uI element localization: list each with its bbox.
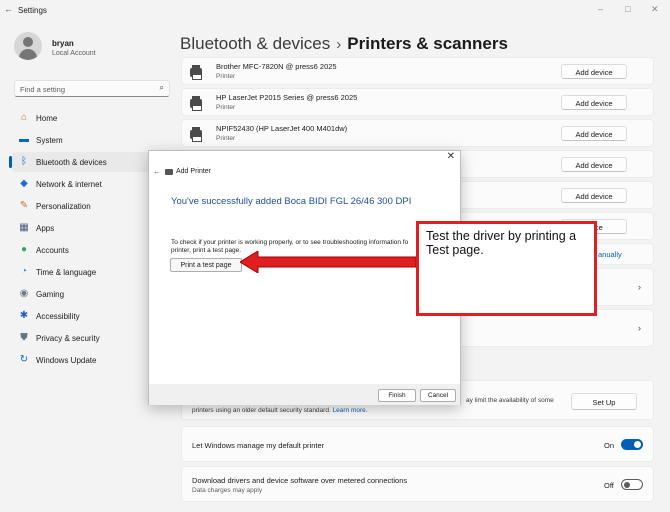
- sidebar-item-label: Accessibility: [36, 312, 80, 321]
- annotation-arrow: [240, 251, 416, 273]
- printer-type: Printer: [216, 73, 236, 80]
- add-device-button[interactable]: Add device: [561, 95, 627, 110]
- toggle-state-text: Off: [604, 481, 614, 490]
- finish-button[interactable]: Finish: [378, 389, 416, 402]
- back-arrow-icon[interactable]: ←: [4, 4, 13, 14]
- security-text-line2: printers using an older default security…: [192, 407, 368, 414]
- active-nav-indicator: [9, 156, 12, 168]
- chevron-right-icon: ›: [638, 282, 641, 292]
- print-test-page-button[interactable]: Print a test page: [170, 258, 242, 272]
- bluetooth-icon: ᛒ: [21, 156, 27, 167]
- setting-label: Let Windows manage my default printer: [192, 441, 325, 450]
- breadcrumb-parent[interactable]: Bluetooth & devices: [180, 34, 330, 53]
- printer-type: Printer: [216, 104, 236, 111]
- sidebar-item-windows-update[interactable]: ↻ Windows Update: [12, 350, 170, 370]
- dialog-title: Add Printer: [176, 168, 212, 175]
- printer-icon: [190, 127, 202, 142]
- system-icon: ▬: [19, 134, 29, 145]
- dialog-close-icon[interactable]: ✕: [447, 151, 455, 162]
- add-device-button[interactable]: Add device: [561, 188, 627, 203]
- avatar[interactable]: [14, 32, 42, 60]
- sidebar-item-label: Windows Update: [36, 356, 97, 365]
- sidebar-item-privacy-security[interactable]: ⛊ Privacy & security: [12, 328, 170, 348]
- sidebar-item-label: Accounts: [36, 246, 69, 255]
- sidebar-item-personalization[interactable]: ✎ Personalization: [12, 196, 170, 216]
- sidebar-item-system[interactable]: ▬ System: [12, 130, 170, 150]
- setting-sublabel: Data charges may apply: [192, 487, 263, 494]
- breadcrumb-separator: ›: [336, 36, 342, 53]
- gaming-icon: ◉: [19, 288, 29, 299]
- toggle-state-text: On: [604, 441, 615, 450]
- accessibility-icon: ✱: [19, 310, 29, 321]
- annotation-callout: Test the driver by printing a Test page.: [416, 221, 597, 316]
- sidebar-item-network-internet[interactable]: ◆ Network & internet: [12, 174, 170, 194]
- printer-row[interactable]: NPIF52430 (HP LaserJet 400 M401dw) Print…: [181, 119, 654, 147]
- search-placeholder: Find a setting: [20, 85, 66, 94]
- sidebar-item-label: Network & internet: [36, 180, 102, 189]
- sidebar-item-label: Home: [36, 114, 58, 123]
- annotation-text: Test the driver by printing a Test page.: [426, 229, 577, 257]
- sidebar-item-gaming[interactable]: ◉ Gaming: [12, 284, 170, 304]
- sidebar-item-label: Bluetooth & devices: [36, 158, 107, 167]
- add-printer-dialog: ✕ ← Add Printer You've successfully adde…: [148, 150, 461, 405]
- sidebar-item-label: Gaming: [36, 290, 65, 299]
- cancel-button[interactable]: Cancel: [420, 389, 456, 402]
- add-manually-link[interactable]: anually: [598, 250, 622, 259]
- sidebar-item-label: System: [36, 136, 63, 145]
- apps-icon: ▦: [19, 222, 29, 233]
- printer-row[interactable]: HP LaserJet P2015 Series @ press6 2025 P…: [181, 88, 654, 116]
- sidebar-item-time-language[interactable]: ◔ Time & language: [12, 262, 170, 282]
- breadcrumb: Bluetooth & devices › Printers & scanners: [180, 34, 508, 54]
- window-title: Settings: [18, 6, 47, 15]
- maximize-icon[interactable]: □: [625, 4, 630, 14]
- sidebar-item-label: Apps: [36, 224, 55, 233]
- sidebar-item-apps[interactable]: ▦ Apps: [12, 218, 170, 238]
- printer-icon: [190, 96, 202, 111]
- learn-more-link[interactable]: Learn more.: [333, 407, 368, 414]
- printer-name: Brother MFC-7820N @ press6 2025: [216, 62, 337, 71]
- user-name: bryan: [52, 39, 74, 48]
- search-icon: ⌕: [159, 83, 164, 92]
- dialog-body-line1: To check if your printer is working prop…: [171, 239, 409, 246]
- privacy-shield-icon: ⛊: [20, 332, 28, 343]
- add-device-button[interactable]: Add device: [561, 64, 627, 79]
- printer-icon: [190, 65, 202, 80]
- dialog-heading: You've successfully added Boca BIDI FGL …: [171, 196, 412, 207]
- windows-update-icon: ↻: [19, 354, 29, 365]
- sidebar-item-home[interactable]: ⌂ Home: [12, 108, 170, 128]
- close-icon[interactable]: ✕: [651, 4, 659, 15]
- printer-name: NPIF52430 (HP LaserJet 400 M401dw): [216, 124, 348, 133]
- search-input[interactable]: Find a setting ⌕: [14, 80, 170, 97]
- printer-type: Printer: [216, 135, 236, 142]
- add-device-button[interactable]: Add device: [561, 157, 627, 172]
- chevron-right-icon: ›: [638, 323, 641, 333]
- printer-row[interactable]: Brother MFC-7820N @ press6 2025 Printer …: [181, 57, 654, 85]
- account-type: Local Account: [52, 50, 96, 57]
- printer-name: HP LaserJet P2015 Series @ press6 2025: [216, 93, 358, 102]
- printer-icon: [165, 169, 173, 175]
- security-text-fragment: ay limit the availability of some: [466, 397, 554, 404]
- default-printer-toggle[interactable]: [621, 439, 643, 450]
- setting-label: Download drivers and device software ove…: [192, 476, 408, 485]
- network-icon: ◆: [20, 178, 28, 189]
- minimize-icon[interactable]: –: [598, 4, 603, 14]
- dialog-footer: Finish Cancel: [149, 384, 460, 405]
- sidebar-item-label: Time & language: [36, 268, 97, 277]
- add-device-button[interactable]: Add device: [561, 126, 627, 141]
- page-title: Printers & scanners: [347, 34, 508, 53]
- accounts-icon: ●: [20, 244, 28, 255]
- metered-download-toggle[interactable]: [621, 479, 643, 490]
- sidebar-item-label: Personalization: [36, 202, 91, 211]
- home-icon: ⌂: [20, 112, 28, 123]
- sidebar-item-bluetooth-devices[interactable]: ᛒ Bluetooth & devices: [12, 152, 170, 172]
- default-printer-setting: Let Windows manage my default printer On: [181, 426, 654, 462]
- sidebar-item-label: Privacy & security: [36, 334, 100, 343]
- dialog-back-icon[interactable]: ←: [153, 167, 161, 176]
- time-language-icon: ◔: [20, 266, 28, 277]
- metered-download-setting: Download drivers and device software ove…: [181, 466, 654, 502]
- personalization-icon: ✎: [19, 200, 29, 211]
- set-up-button[interactable]: Set Up: [571, 393, 637, 410]
- sidebar-item-accounts[interactable]: ● Accounts: [12, 240, 170, 260]
- sidebar-item-accessibility[interactable]: ✱ Accessibility: [12, 306, 170, 326]
